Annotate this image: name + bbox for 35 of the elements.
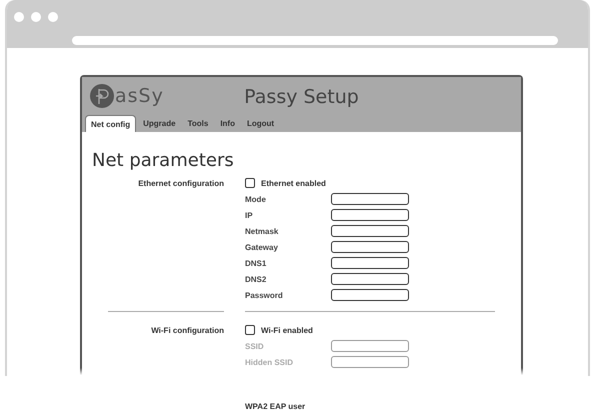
input-field[interactable]	[331, 193, 409, 205]
page-title: Passy Setup	[244, 88, 359, 107]
input-field[interactable]	[331, 289, 409, 301]
window-dot-icon	[48, 12, 58, 22]
field-label: Password	[245, 290, 284, 300]
field-label: Hidden SSID	[245, 358, 294, 366]
nav-tab[interactable]: Net config	[85, 115, 136, 132]
logo-icon	[90, 84, 114, 108]
checkbox[interactable]	[245, 178, 255, 188]
nav-tab[interactable]: Info	[215, 115, 240, 132]
logo-text: asSy	[115, 86, 164, 106]
checkbox-label: Wi-Fi enabled	[261, 326, 313, 334]
field-label: DNS1	[245, 258, 268, 268]
field-label: SSID	[245, 342, 265, 350]
field-label: Mode	[245, 194, 267, 204]
input-field[interactable]	[331, 209, 409, 221]
input-field[interactable]	[331, 257, 409, 269]
field-label: IP	[245, 210, 254, 220]
window-dot-icon	[31, 12, 41, 22]
field-label: Gateway	[245, 242, 279, 252]
input-field[interactable]	[331, 225, 409, 237]
nav-tab[interactable]: Tools	[182, 115, 214, 132]
field-label: Netmask	[245, 226, 280, 236]
section-heading: Net parameters	[92, 150, 235, 172]
window-dot-icon	[14, 12, 24, 22]
group-label: Ethernet configuration	[137, 178, 224, 188]
checkbox-label: Ethernet enabled	[261, 178, 326, 188]
checkbox[interactable]	[245, 325, 255, 335]
field-label: DNS2	[245, 274, 268, 284]
field-label: WPA2 EAP user	[245, 402, 306, 412]
input-field[interactable]	[331, 241, 409, 253]
input-field[interactable]	[331, 273, 409, 285]
group-label: Wi-Fi configuration	[150, 326, 224, 334]
nav-tab[interactable]: Logout	[242, 115, 280, 132]
nav-tab[interactable]: Upgrade	[138, 115, 181, 132]
